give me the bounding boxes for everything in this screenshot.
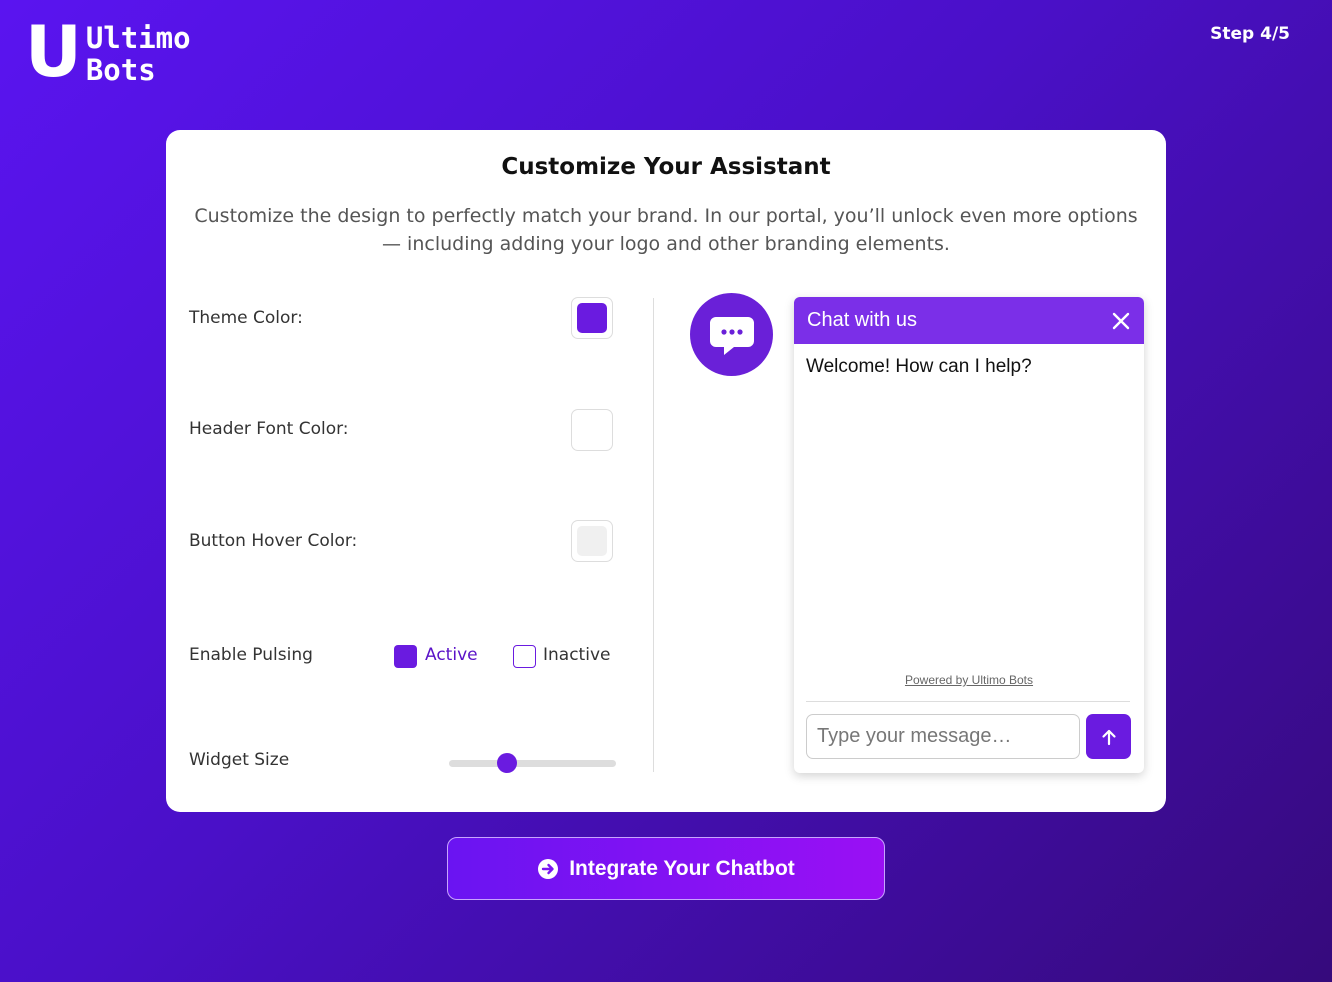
chat-launcher-button[interactable] (690, 293, 773, 376)
pulsing-inactive-checkbox[interactable] (513, 645, 536, 668)
arrow-up-icon (1101, 729, 1116, 745)
chat-header: Chat with us (794, 297, 1144, 344)
pulsing-active-label[interactable]: Active (425, 645, 478, 665)
integrate-chatbot-button[interactable]: Integrate Your Chatbot (447, 837, 885, 900)
chat-bubble-icon (709, 316, 754, 355)
logo-letter: U (25, 11, 82, 93)
customize-card: Customize Your Assistant Customize the d… (166, 130, 1166, 812)
chat-separator (806, 701, 1130, 702)
button-hover-color-swatch (577, 526, 607, 556)
header-font-color-picker[interactable] (571, 409, 613, 451)
close-icon[interactable] (1112, 312, 1130, 330)
chat-welcome-message: Welcome! How can I help? (806, 356, 1032, 377)
logo: U Ultimo Bots (25, 11, 191, 93)
divider (653, 298, 654, 772)
theme-color-swatch (577, 303, 607, 333)
button-hover-color-picker[interactable] (571, 520, 613, 562)
widget-size-slider[interactable] (449, 753, 616, 773)
header-font-color-label: Header Font Color: (189, 419, 349, 439)
logo-line-2: Bots (85, 53, 156, 87)
powered-by-link[interactable]: Powered by Ultimo Bots (794, 673, 1144, 687)
logo-text: Ultimo Bots (86, 22, 191, 86)
arrow-circle-right-icon (538, 858, 559, 879)
chat-message-input[interactable] (806, 714, 1080, 759)
pulsing-inactive-label[interactable]: Inactive (543, 645, 610, 665)
widget-size-slider-thumb[interactable] (497, 753, 518, 773)
page-subtitle: Customize the design to perfectly match … (194, 205, 1138, 255)
theme-color-picker[interactable] (571, 297, 613, 339)
page-title: Customize Your Assistant (501, 154, 831, 180)
theme-color-label: Theme Color: (189, 308, 303, 328)
integrate-chatbot-label: Integrate Your Chatbot (569, 856, 795, 880)
widget-size-label: Widget Size (189, 750, 290, 770)
header-font-color-swatch (577, 415, 607, 445)
enable-pulsing-label: Enable Pulsing (189, 645, 313, 665)
pulsing-active-checkbox[interactable] (394, 645, 417, 668)
send-button[interactable] (1086, 714, 1131, 759)
chat-header-title: Chat with us (807, 309, 918, 331)
step-indicator: Step 4/5 (1210, 24, 1290, 44)
chat-preview-window: Chat with us Welcome! How can I help? Po… (794, 297, 1144, 773)
logo-line-1: Ultimo (85, 21, 191, 55)
button-hover-color-label: Button Hover Color: (189, 531, 358, 551)
